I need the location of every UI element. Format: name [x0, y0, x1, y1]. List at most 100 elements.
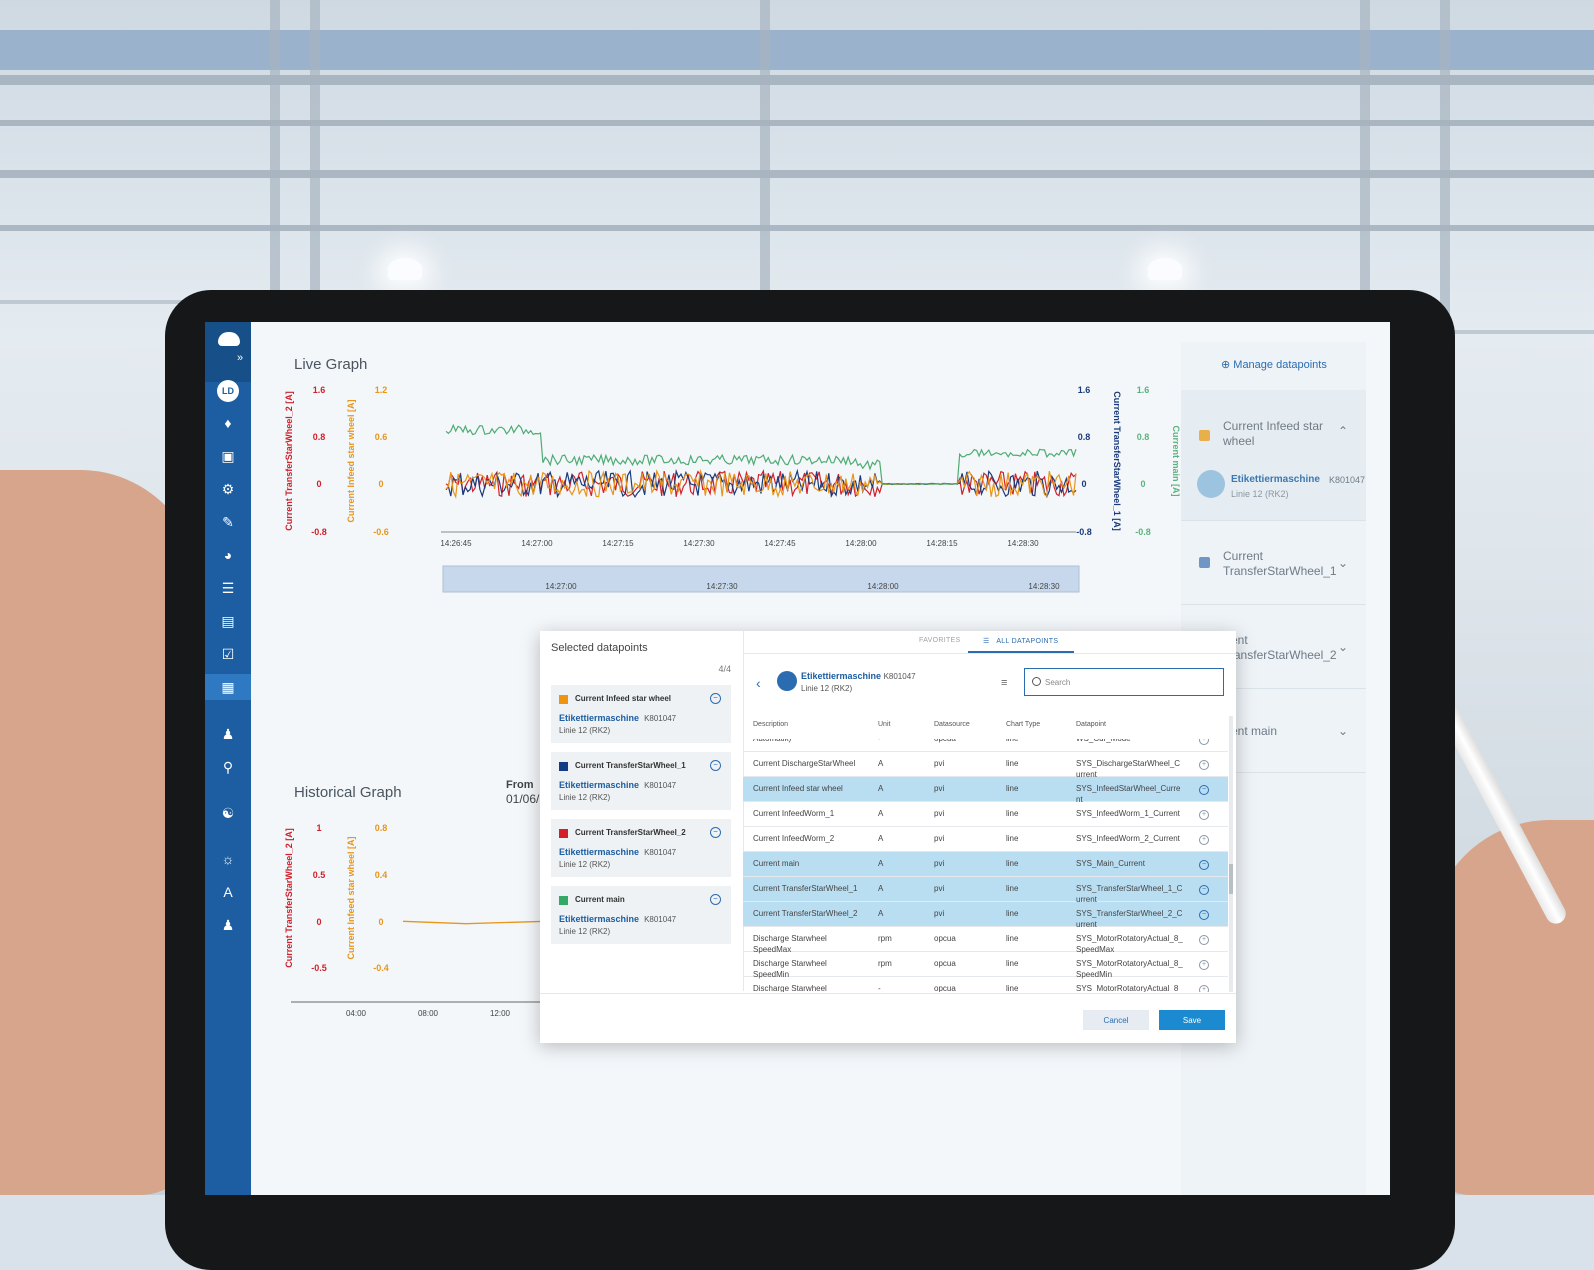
table-row[interactable]: Discharge Starwheel - opcua line SYS_MotorRo… [743, 977, 1228, 992]
tab-favorites[interactable]: FAVORITES [919, 637, 960, 644]
x-tick-label: 14:27:45 [764, 539, 796, 548]
navigator-tick-label: 14:27:00 [545, 582, 577, 591]
search-doc-icon[interactable]: ⚲ [205, 754, 251, 780]
chevron-down-icon[interactable]: ⌄ [1338, 724, 1348, 738]
table-row[interactable]: Current DischargeStarWheel Apvi line SYS_Di… [743, 752, 1228, 779]
datapoint-name: Current main [575, 895, 625, 904]
add-row-icon[interactable]: + [1199, 810, 1209, 820]
axis-tick-label: 1.6 [1078, 385, 1091, 395]
filter-icon[interactable]: ≡ [1001, 677, 1007, 689]
axis-title: Current TransferStarWheel_1 [A] [1112, 391, 1122, 531]
manage-datapoints-button[interactable]: ⊕ Manage datapoints [1221, 358, 1327, 371]
selected-datapoints-title: Selected datapoints [551, 642, 648, 654]
avatar[interactable]: LD [217, 380, 239, 402]
table-row[interactable]: Current InfeedWorm_2 Apvi line SYS_InfeedWo… [743, 827, 1228, 852]
tab-all-datapoints[interactable]: ☰ ALL DATAPOINTS [983, 637, 1058, 645]
breadcrumb-machine: Etikettiermaschine K801047 [801, 671, 916, 681]
table-row[interactable]: Current InfeedWorm_1 Apvi line SYS_InfeedWo… [743, 802, 1228, 827]
panel-item-label: rrent main [1223, 724, 1278, 738]
cell-chart-type: line [1006, 809, 1019, 818]
table-row[interactable]: Current TransferStarWheel_2 Apvi line SYS_T… [743, 902, 1228, 929]
col-datasource[interactable]: Datasource [934, 721, 970, 728]
table-row[interactable]: Discharge Starwheel SpeedMax rpm opcua line… [743, 927, 1228, 954]
col-unit[interactable]: Unit [878, 721, 890, 728]
table-row[interactable]: Current Infeed star wheel Apvi line SYS_Inf… [743, 777, 1228, 804]
back-chevron-icon[interactable]: ‹ [756, 675, 761, 691]
x-tick-label: 14:28:15 [926, 539, 958, 548]
axis-tick-label: -0.6 [373, 527, 389, 537]
chevron-down-icon[interactable]: ⌄ [1338, 640, 1348, 654]
add-row-icon[interactable]: + [1199, 935, 1209, 945]
remove-datapoint-icon[interactable]: − [710, 827, 721, 838]
add-row-icon[interactable]: + [1199, 985, 1209, 992]
cell-unit: A [878, 859, 884, 868]
report-icon[interactable]: ▤ [205, 608, 251, 634]
from-date[interactable]: 01/06/ [506, 792, 539, 806]
add-row-icon[interactable]: + [1199, 960, 1209, 970]
bell-icon[interactable]: ♦ [205, 410, 251, 436]
active-tab-indicator [968, 651, 1074, 653]
cell-unit: A [878, 809, 884, 818]
dashboard-icon[interactable]: ▣ [205, 443, 251, 469]
cell-datasource: pvi [934, 759, 945, 768]
from-label: From [506, 779, 534, 791]
chevron-down-icon[interactable]: ⌄ [1338, 556, 1348, 570]
historical-graph-title: Historical Graph [294, 784, 402, 801]
panel-item-tsw1[interactable]: Current TransferStarWheel_1 ⌄ [1181, 520, 1366, 605]
cell-datapoint: SYS_Main_Current [1076, 859, 1145, 868]
panel-item-label: Current TransferStarWheel_1 [1223, 549, 1337, 578]
sun-icon[interactable]: ☼ [205, 846, 251, 872]
remove-row-icon[interactable]: − [1199, 885, 1209, 895]
checkbox-checked[interactable] [1199, 557, 1210, 568]
table-row[interactable]: Current main Apvi line SYS_Main_Current − [743, 852, 1228, 877]
cell-unit: rpm [878, 934, 892, 943]
remove-row-icon[interactable]: − [1199, 785, 1209, 795]
x-tick-label: 14:28:00 [845, 539, 877, 548]
chevron-up-icon[interactable]: ⌃ [1338, 424, 1348, 438]
panel-item-infeed[interactable]: Current Infeed star wheel ⌃ Etikettierma… [1181, 390, 1366, 521]
cart-icon[interactable]: ☯ [205, 800, 251, 826]
table-scrollbar[interactable] [1229, 716, 1233, 992]
list-icon[interactable]: ☰ [205, 575, 251, 601]
expand-sidebar-icon[interactable]: » [237, 352, 243, 364]
cell-datasource: opcua [934, 934, 956, 943]
translate-icon[interactable]: A [205, 879, 251, 905]
save-button[interactable]: Save [1159, 1010, 1225, 1030]
cell-datasource: pvi [934, 884, 945, 893]
sidebar: » LD ♦ ▣ ⚙ ✎ ◕ ☰ ▤ ☑ ▦ ♟ ⚲ ☯ ☼ A ♟ [205, 322, 251, 1195]
table-row[interactable]: Current TransferStarWheel_1 Apvi line SYS_T… [743, 877, 1228, 904]
machine-icon[interactable]: ⚙ [205, 476, 251, 502]
col-datapoint[interactable]: Datapoint [1076, 721, 1106, 728]
remove-datapoint-icon[interactable]: − [710, 760, 721, 771]
remove-row-icon[interactable]: − [1199, 860, 1209, 870]
axis-tick-label: 0.6 [375, 432, 388, 442]
user-settings-icon[interactable]: ♟ [205, 912, 251, 938]
scrollbar-thumb[interactable] [1229, 864, 1233, 894]
search-input[interactable]: Search [1024, 668, 1224, 696]
remove-datapoint-icon[interactable]: − [710, 894, 721, 905]
hand-service-icon[interactable]: ✎ [205, 509, 251, 535]
cell-unit: A [878, 759, 884, 768]
col-chart-type[interactable]: Chart Type [1006, 721, 1040, 728]
checklist-icon[interactable]: ☑ [205, 641, 251, 667]
select-datapoints-dialog: Selected datapoints 4/4 Current Infeed s… [540, 631, 1236, 1043]
cancel-button[interactable]: Cancel [1083, 1010, 1149, 1030]
cloud-logo-icon [218, 332, 240, 346]
table-row[interactable]: Discharge Starwheel SpeedMin rpm opcua line… [743, 952, 1228, 979]
add-row-icon[interactable]: + [1199, 835, 1209, 845]
cell-description: Current Infeed star wheel [753, 784, 843, 793]
live-graph-icon[interactable]: ▦ [205, 674, 251, 700]
add-row-icon[interactable]: + [1199, 739, 1209, 745]
gauge-icon[interactable]: ◕ [205, 542, 251, 568]
add-row-icon[interactable]: + [1199, 760, 1209, 770]
col-description[interactable]: Description [753, 721, 788, 728]
x-tick-label: 14:27:30 [683, 539, 715, 548]
cell-datasource: pvi [934, 784, 945, 793]
navigator-tick-label: 14:27:30 [706, 582, 738, 591]
remove-datapoint-icon[interactable]: − [710, 693, 721, 704]
person-icon[interactable]: ♟ [205, 721, 251, 747]
table-row[interactable]: Automatik) - opcua line WS_Cur_Mode + [743, 739, 1228, 752]
checkbox-checked[interactable] [1199, 430, 1210, 441]
remove-row-icon[interactable]: − [1199, 910, 1209, 920]
x-tick-label: 14:27:15 [602, 539, 634, 548]
